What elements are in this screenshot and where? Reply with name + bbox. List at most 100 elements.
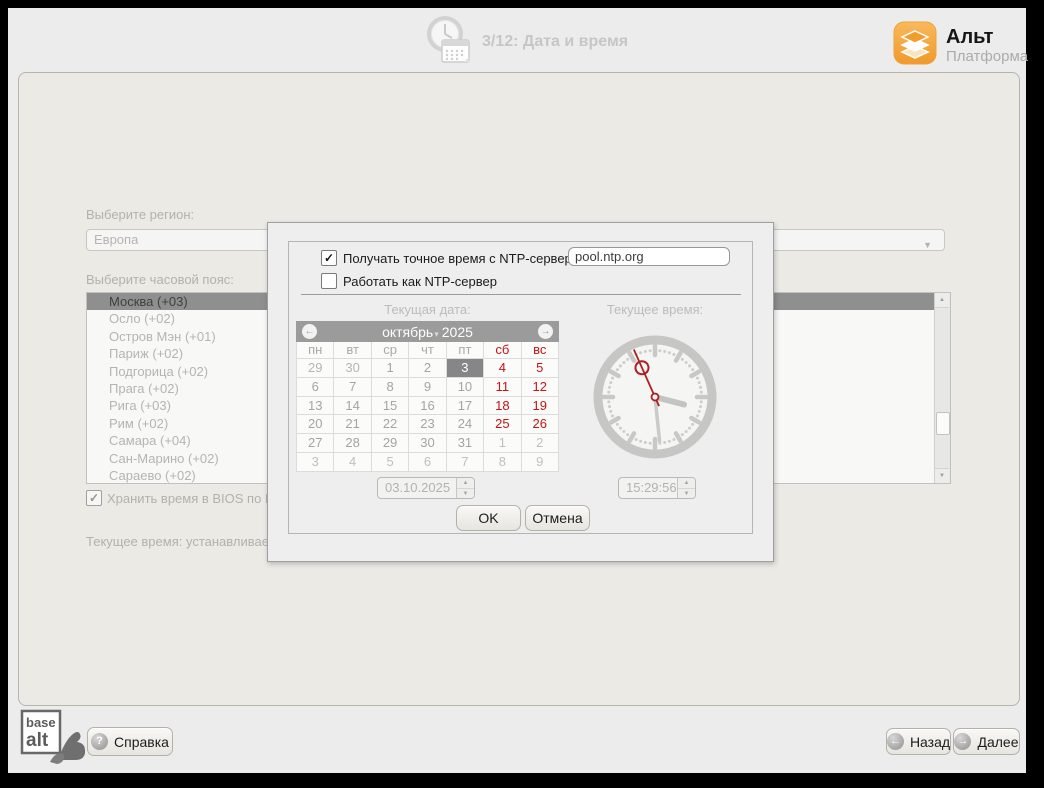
date-spinbox[interactable]: 03.10.2025 ▲▼	[377, 477, 475, 499]
calendar-month-year[interactable]: октябрь▾2025	[317, 324, 538, 340]
spin-down-icon[interactable]: ▼	[678, 489, 695, 499]
ntp-server-checkbox[interactable]	[321, 273, 337, 289]
calendar-next-month-icon[interactable]: →	[538, 324, 553, 339]
bios-time-checkbox[interactable]: ✓	[86, 490, 102, 506]
region-select-value: Европа	[94, 232, 138, 247]
scrollbar-thumb[interactable]	[936, 412, 950, 435]
date-spinbox-value: 03.10.2025	[378, 478, 456, 498]
calendar-day[interactable]: 21	[334, 415, 371, 434]
date-spinner[interactable]: ▲▼	[456, 478, 474, 498]
calendar-day[interactable]: 8	[484, 453, 521, 472]
calendar-day[interactable]: 16	[409, 397, 446, 416]
scroll-down-icon[interactable]: ▼	[935, 468, 949, 483]
calendar-day[interactable]: 10	[447, 378, 484, 397]
current-time-label: Текущее время:	[591, 302, 719, 317]
calendar-weekday-header: вт	[334, 342, 371, 359]
scroll-up-icon[interactable]: ▲	[935, 293, 949, 308]
calendar-day[interactable]: 15	[372, 397, 409, 416]
ntp-client-label: Получать точное время с NTP-сервера:	[343, 251, 583, 266]
installer-window: 3/12: Дата и время Альт Платформа Выбери…	[8, 8, 1026, 773]
calendar-day[interactable]: 14	[334, 397, 371, 416]
question-icon: ?	[91, 733, 108, 750]
calendar-day[interactable]: 9	[409, 378, 446, 397]
calendar-day[interactable]: 28	[334, 434, 371, 453]
calendar-year[interactable]: 2025	[442, 324, 473, 340]
calendar-day[interactable]: 12	[522, 378, 559, 397]
calendar-day[interactable]: 30	[409, 434, 446, 453]
calendar-day[interactable]: 8	[372, 378, 409, 397]
calendar-day[interactable]: 17	[447, 397, 484, 416]
datetime-dialog: ✓ Получать точное время с NTP-сервера: Р…	[267, 222, 774, 562]
calendar-day[interactable]: 4	[334, 453, 371, 472]
time-spinner[interactable]: ▲▼	[677, 478, 695, 498]
calendar-day[interactable]: 18	[484, 397, 521, 416]
calendar-day[interactable]: 6	[409, 453, 446, 472]
calendar-prev-month-icon[interactable]: ←	[302, 324, 317, 339]
calendar-day[interactable]: 20	[297, 415, 334, 434]
help-button-label: Справка	[114, 734, 169, 750]
calendar-nav: ← октябрь▾2025 →	[296, 321, 559, 342]
analog-clock	[591, 333, 719, 461]
datetime-step-icon	[423, 13, 475, 67]
calendar-weekday-header: пн	[297, 342, 334, 359]
calendar-day[interactable]: 3	[297, 453, 334, 472]
calendar: ← октябрь▾2025 → пнвтсрчтптсбвс293012345…	[296, 321, 559, 472]
calendar-day[interactable]: 1	[484, 434, 521, 453]
ntp-server-input[interactable]	[568, 247, 730, 266]
ntp-server-label: Работать как NTP-сервер	[343, 274, 497, 289]
calendar-day[interactable]: 27	[297, 434, 334, 453]
arrow-left-icon: ←	[887, 733, 904, 750]
dialog-separator	[301, 294, 741, 295]
calendar-day[interactable]: 24	[447, 415, 484, 434]
calendar-day[interactable]: 29	[372, 434, 409, 453]
calendar-day[interactable]: 7	[447, 453, 484, 472]
time-spinbox[interactable]: 15:29:56 ▲▼	[618, 477, 696, 499]
next-button[interactable]: → Далее	[953, 728, 1020, 755]
calendar-day[interactable]: 11	[484, 378, 521, 397]
calendar-day[interactable]: 13	[297, 397, 334, 416]
calendar-day[interactable]: 4	[484, 359, 521, 378]
calendar-weekday-header: вс	[522, 342, 559, 359]
calendar-day[interactable]: 26	[522, 415, 559, 434]
calendar-day[interactable]: 22	[372, 415, 409, 434]
calendar-day[interactable]: 31	[447, 434, 484, 453]
ntp-client-checkbox[interactable]: ✓	[321, 250, 337, 266]
brand-title: Альт	[946, 26, 993, 49]
help-button[interactable]: ? Справка	[87, 727, 173, 756]
calendar-day[interactable]: 2	[409, 359, 446, 378]
next-button-label: Далее	[977, 734, 1018, 750]
calendar-day[interactable]: 23	[409, 415, 446, 434]
brand-subtitle: Платформа	[946, 48, 1028, 65]
calendar-day[interactable]: 5	[522, 359, 559, 378]
back-button-label: Назад	[910, 734, 950, 750]
spin-down-icon[interactable]: ▼	[457, 489, 474, 499]
calendar-day[interactable]: 9	[522, 453, 559, 472]
month-dropdown-icon: ▾	[434, 329, 439, 339]
current-date-label: Текущая дата:	[296, 302, 559, 317]
ok-button[interactable]: OK	[456, 505, 521, 531]
chevron-down-icon: ▼	[923, 235, 932, 255]
timezone-label: Выберите часовой пояс:	[86, 272, 234, 287]
calendar-day[interactable]: 6	[297, 378, 334, 397]
current-time-note: Текущее время: устанавливает	[86, 534, 274, 549]
svg-text:alt: alt	[26, 730, 49, 751]
calendar-day[interactable]: 30	[334, 359, 371, 378]
calendar-day[interactable]: 29	[297, 359, 334, 378]
calendar-day[interactable]: 7	[334, 378, 371, 397]
alt-logo-icon	[893, 21, 937, 65]
calendar-month[interactable]: октябрь	[382, 324, 433, 340]
timezone-scrollbar[interactable]: ▲ ▼	[934, 293, 950, 483]
calendar-day[interactable]: 19	[522, 397, 559, 416]
calendar-weekday-header: чт	[409, 342, 446, 359]
arrow-right-icon: →	[954, 733, 971, 750]
calendar-day[interactable]: 1	[372, 359, 409, 378]
spin-up-icon[interactable]: ▲	[457, 478, 474, 489]
back-button[interactable]: ← Назад	[886, 728, 951, 755]
calendar-day[interactable]: 5	[372, 453, 409, 472]
cancel-button[interactable]: Отмена	[525, 505, 590, 531]
calendar-day[interactable]: 2	[522, 434, 559, 453]
ok-button-label: OK	[478, 510, 498, 526]
spin-up-icon[interactable]: ▲	[678, 478, 695, 489]
calendar-day[interactable]: 25	[484, 415, 521, 434]
calendar-day-selected[interactable]: 3	[447, 359, 484, 378]
